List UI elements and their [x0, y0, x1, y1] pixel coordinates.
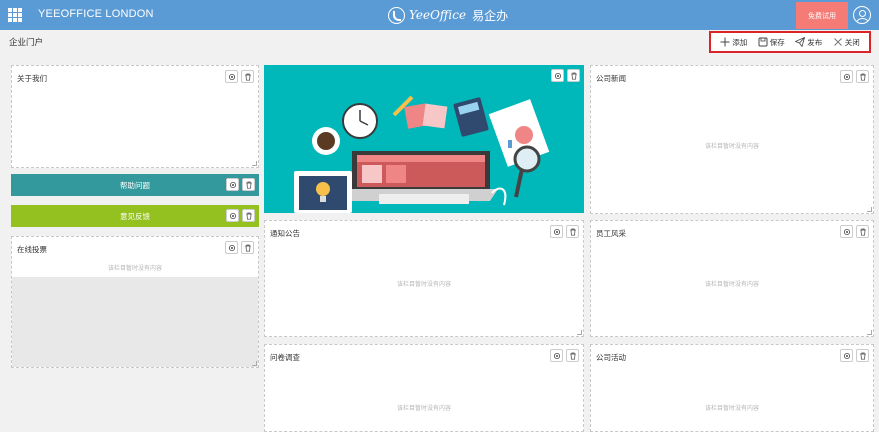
gear-icon [229, 181, 236, 188]
feedback-title: 意见反馈 [120, 211, 150, 221]
save-label: 保存 [769, 37, 785, 47]
workspace-illustration [294, 95, 550, 213]
trash-icon [245, 181, 252, 189]
panel-delete-button[interactable] [241, 70, 254, 83]
gear-icon [553, 228, 560, 235]
brand-name-en: YeeOffice [409, 8, 467, 22]
empty-message: 该栏目暂时没有内容 [704, 143, 759, 150]
panel-delete-button[interactable] [241, 241, 254, 254]
gear-icon [843, 352, 850, 359]
notice-panel: 通知公告 该栏目暂时没有内容 [264, 220, 584, 337]
panel-settings-button[interactable] [550, 349, 563, 362]
resize-handle[interactable] [252, 161, 257, 166]
gear-icon [554, 72, 561, 79]
panel-settings-button[interactable] [840, 70, 853, 83]
help-title: 帮助问题 [120, 180, 150, 190]
panel-title: 问卷调查 [270, 353, 300, 362]
panel-delete-button[interactable] [856, 225, 869, 238]
empty-message: 该栏目暂时没有内容 [396, 281, 451, 288]
help-panel[interactable]: 帮助问题 [11, 174, 259, 196]
trash-icon [244, 73, 251, 81]
user-avatar-icon[interactable] [853, 6, 871, 24]
gear-icon [228, 244, 235, 251]
app-launcher-icon[interactable] [8, 8, 22, 22]
panel-delete-button[interactable] [856, 70, 869, 83]
trash-icon [859, 352, 866, 360]
gear-icon [843, 73, 850, 80]
trash-icon [244, 244, 251, 252]
trash-icon [569, 228, 576, 236]
top-bar: YEEOFFICE LONDON YeeOffice 易企办 免费试用 [0, 0, 879, 30]
close-button[interactable]: 关闭 [833, 37, 860, 48]
panel-delete-button[interactable] [566, 349, 579, 362]
empty-message: 该栏目暂时没有内容 [107, 265, 162, 272]
gear-icon [228, 73, 235, 80]
paper-plane-icon [795, 37, 806, 47]
page-title: 企业门户 [9, 38, 44, 48]
feedback-panel[interactable]: 意见反馈 [11, 205, 259, 227]
gear-icon [229, 212, 236, 219]
save-button[interactable]: 保存 [758, 37, 785, 48]
panel-settings-button[interactable] [226, 209, 239, 222]
trash-icon [859, 73, 866, 81]
trash-icon [245, 212, 252, 220]
panel-settings-button[interactable] [225, 241, 238, 254]
resize-handle[interactable] [867, 330, 872, 335]
panel-title: 关于我们 [17, 74, 47, 83]
trash-icon [859, 228, 866, 236]
empty-message: 该栏目暂时没有内容 [704, 281, 759, 288]
about-panel: 关于我们 [11, 65, 259, 168]
org-name: YEEOFFICE LONDON [38, 8, 154, 20]
empty-message: 该栏目暂时没有内容 [396, 405, 451, 412]
vote-panel: 在线投票 该栏目暂时没有内容 [11, 236, 259, 368]
resize-handle[interactable] [252, 361, 257, 366]
panel-title: 在线投票 [17, 245, 47, 254]
panel-title: 员工风采 [596, 229, 626, 238]
banner-delete-button[interactable] [567, 69, 580, 82]
save-icon [758, 37, 768, 47]
staff-panel: 员工风采 该栏目暂时没有内容 [590, 220, 874, 337]
brand-name-cn: 易企办 [472, 8, 509, 23]
brand-mark-icon [388, 6, 405, 24]
panel-delete-button[interactable] [856, 349, 869, 362]
panel-delete-button[interactable] [242, 178, 255, 191]
publish-label: 发布 [807, 37, 823, 47]
panel-title: 公司新闻 [596, 74, 626, 83]
panel-settings-button[interactable] [550, 225, 563, 238]
banner-settings-button[interactable] [551, 69, 564, 82]
panel-settings-button[interactable] [226, 178, 239, 191]
plus-icon [720, 37, 730, 47]
trash-icon [569, 352, 576, 360]
gear-icon [553, 352, 560, 359]
survey-panel: 问卷调查 该栏目暂时没有内容 [264, 344, 584, 432]
activity-panel: 公司活动 该栏目暂时没有内容 [590, 344, 874, 432]
news-panel: 公司新闻 该栏目暂时没有内容 [590, 65, 874, 214]
add-label: 添加 [732, 37, 748, 47]
panel-title: 通知公告 [270, 229, 300, 238]
panel-settings-button[interactable] [840, 349, 853, 362]
resize-handle[interactable] [867, 207, 872, 212]
panel-settings-button[interactable] [840, 225, 853, 238]
panel-title: 公司活动 [596, 353, 626, 362]
close-icon [833, 38, 842, 46]
resize-handle[interactable] [577, 330, 582, 335]
empty-message: 该栏目暂时没有内容 [704, 405, 759, 412]
gear-icon [843, 228, 850, 235]
publish-button[interactable]: 发布 [795, 37, 822, 48]
close-label: 关闭 [844, 37, 860, 47]
panel-delete-button[interactable] [242, 209, 255, 222]
panel-delete-button[interactable] [566, 225, 579, 238]
brand-logo: YeeOffice 易企办 [388, 5, 508, 25]
vote-content-area [12, 277, 258, 367]
panel-settings-button[interactable] [225, 70, 238, 83]
trash-icon [570, 72, 577, 80]
free-trial-button[interactable]: 免费试用 [796, 2, 848, 29]
action-toolbar: 添加 保存 发布 关闭 [709, 31, 871, 53]
banner-image [264, 65, 584, 213]
add-button[interactable]: 添加 [720, 37, 747, 48]
